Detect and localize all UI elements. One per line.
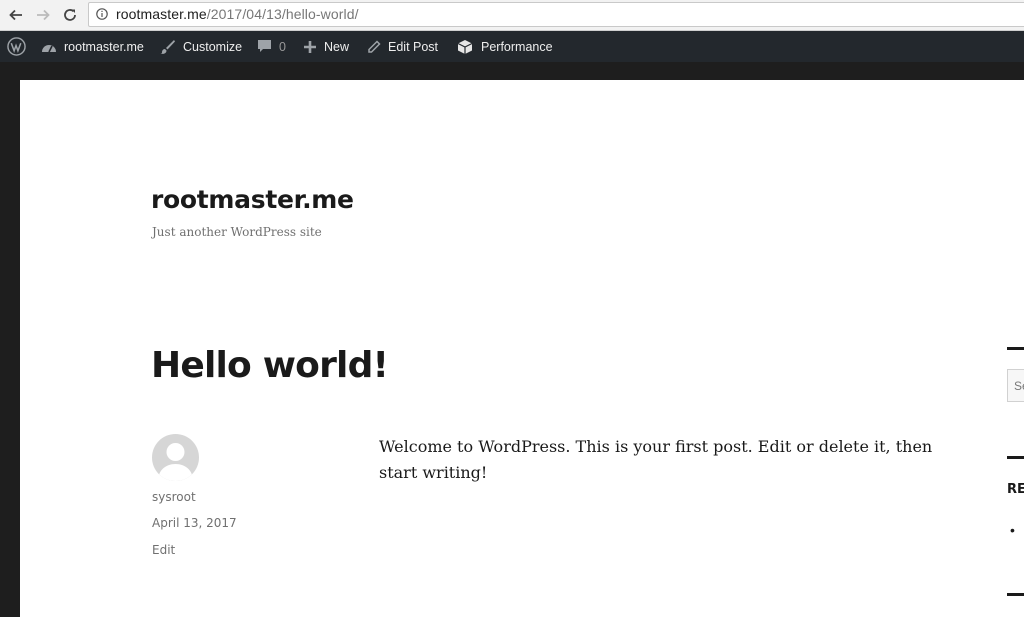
dashboard-icon [42,44,56,52]
avatar-silhouette-icon [158,443,193,481]
performance-cube-icon [457,39,473,54]
site-description: Just another WordPress site [152,225,322,239]
reload-icon [64,9,76,21]
author-avatar [152,434,199,481]
comment-bubble-icon [258,40,271,52]
site-name-label: rootmaster.me [64,39,144,54]
url-path: /2017/04/13/hello-world/ [206,6,359,22]
wp-admin-bar: rootmaster.me Customize 0 New Edit Post … [0,31,1024,62]
post-content: Welcome to WordPress. This is your first… [379,437,933,482]
browser-toolbar: rootmaster.me/2017/04/13/hello-world/ [0,0,1024,31]
site-name-link[interactable]: rootmaster.me [41,31,144,62]
url-host: rootmaster.me [116,6,207,22]
sidebar-divider [1007,347,1024,350]
wp-logo-button[interactable] [7,31,33,62]
comments-link[interactable]: 0 [257,31,286,62]
pencil-icon [368,39,381,53]
reload-button[interactable] [60,5,80,25]
performance-label: Performance [481,39,553,54]
back-arrow-icon [9,9,22,21]
customize-link[interactable]: Customize [160,31,242,62]
url-text: rootmaster.me/2017/04/13/hello-world/ [116,6,359,22]
address-bar[interactable]: rootmaster.me/2017/04/13/hello-world/ [88,2,1024,27]
forward-arrow-icon [37,9,50,21]
info-icon [96,8,108,20]
plus-icon [304,40,316,53]
sidebar-divider [1007,593,1024,596]
recent-post-bullet: • [1010,522,1015,538]
sidebar-divider [1007,456,1024,459]
site-title[interactable]: rootmaster.me [151,185,354,214]
performance-link[interactable]: Performance [456,31,553,62]
post-edit-link[interactable]: Edit [152,543,175,557]
post-author[interactable]: sysroot [152,490,196,504]
post-date[interactable]: April 13, 2017 [152,516,237,530]
post-title: Hello world! [151,345,389,386]
back-button[interactable] [6,5,26,25]
edit-post-label: Edit Post [388,39,439,54]
wordpress-logo-icon [7,37,26,56]
new-label: New [324,39,350,54]
forward-button[interactable] [33,5,53,25]
edit-post-link[interactable]: Edit Post [367,31,438,62]
recent-posts-heading: RE [1007,482,1024,497]
sidebar-search-input[interactable]: Se [1007,369,1024,402]
customize-label: Customize [183,39,243,54]
paintbrush-icon [160,39,175,54]
new-content-link[interactable]: New [303,31,349,62]
comments-count: 0 [279,39,286,54]
